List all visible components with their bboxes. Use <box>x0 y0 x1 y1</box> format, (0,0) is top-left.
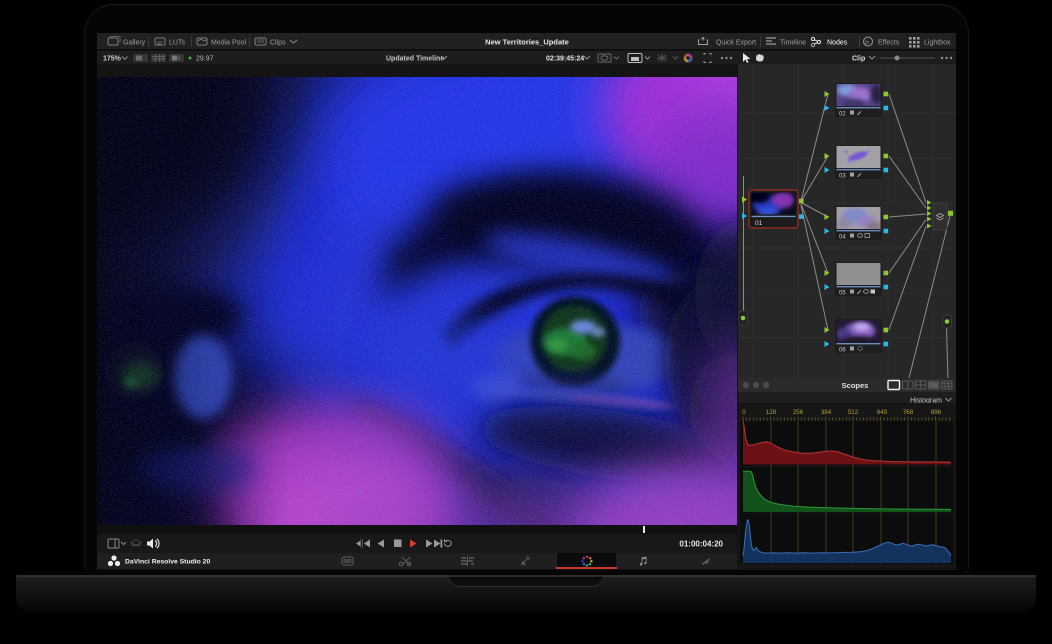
svg-text:128: 128 <box>766 409 777 416</box>
svg-text:DaVinci Resolve Studio 20: DaVinci Resolve Studio 20 <box>125 559 210 566</box>
svg-text:02: 02 <box>839 112 846 118</box>
svg-text:04: 04 <box>839 235 846 241</box>
svg-text:fx: fx <box>865 39 870 46</box>
svg-text:512: 512 <box>848 409 859 416</box>
svg-text:02:39:45:24: 02:39:45:24 <box>546 56 584 63</box>
svg-text:896: 896 <box>931 409 942 416</box>
svg-text:640: 640 <box>877 409 888 416</box>
svg-text:Effects: Effects <box>878 40 900 47</box>
svg-text:384: 384 <box>821 409 832 416</box>
svg-text:Scopes: Scopes <box>842 381 869 390</box>
svg-text:Gallery: Gallery <box>123 40 146 47</box>
svg-text:Lightbox: Lightbox <box>924 40 951 47</box>
svg-text:768: 768 <box>903 409 914 416</box>
svg-text:New Territories_Update: New Territories_Update <box>485 38 569 47</box>
svg-text:Timeline: Timeline <box>780 40 806 47</box>
svg-text:Updated Timeline: Updated Timeline <box>386 56 444 63</box>
svg-text:Media Pool: Media Pool <box>211 40 246 47</box>
svg-text:06: 06 <box>839 348 846 354</box>
svg-text:256: 256 <box>793 409 804 416</box>
svg-text:LUTs: LUTs <box>169 40 185 47</box>
svg-text:29.97: 29.97 <box>196 56 214 63</box>
svg-text:Clip: Clip <box>852 56 865 63</box>
svg-text:01: 01 <box>755 220 763 227</box>
svg-text:05: 05 <box>839 291 846 297</box>
svg-text:Nodes: Nodes <box>827 40 848 47</box>
svg-text:Clips: Clips <box>270 40 286 47</box>
svg-text:Quick Export: Quick Export <box>716 40 756 47</box>
svg-text:03: 03 <box>839 174 846 180</box>
svg-text:01:00:04:20: 01:00:04:20 <box>679 540 723 549</box>
svg-text:0: 0 <box>742 409 746 416</box>
svg-text:175%: 175% <box>103 56 122 63</box>
